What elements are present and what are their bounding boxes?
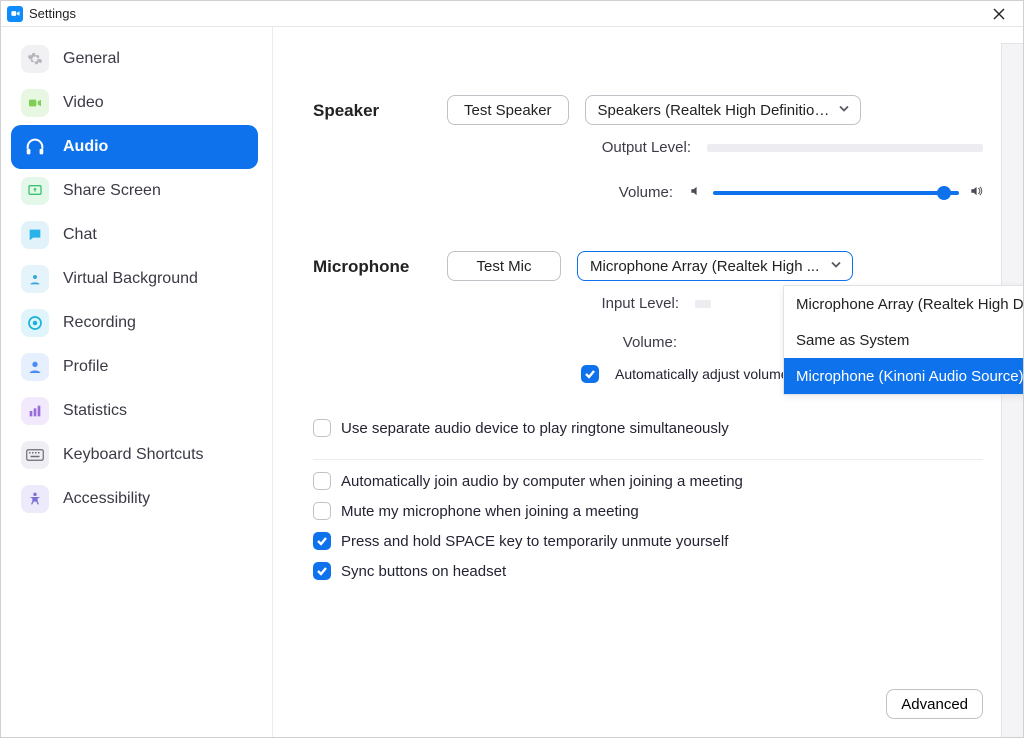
window-close-button[interactable] xyxy=(981,2,1017,26)
sidebar-item-label: Share Screen xyxy=(63,182,161,200)
separate-device-label: Use separate audio device to play ringto… xyxy=(341,420,729,437)
sidebar-item-label: General xyxy=(63,50,120,68)
share-screen-icon xyxy=(21,177,49,205)
microphone-section-label: Microphone xyxy=(313,251,423,277)
space-unmute-label: Press and hold SPACE key to temporarily … xyxy=(341,533,728,550)
sidebar-item-statistics[interactable]: Statistics xyxy=(11,389,258,433)
sidebar-item-virtual-background[interactable]: Virtual Background xyxy=(11,257,258,301)
chat-icon xyxy=(21,221,49,249)
sidebar-item-accessibility[interactable]: Accessibility xyxy=(11,477,258,521)
test-mic-button[interactable]: Test Mic xyxy=(447,251,561,281)
sidebar-item-label: Recording xyxy=(63,314,136,332)
sidebar-item-keyboard-shortcuts[interactable]: Keyboard Shortcuts xyxy=(11,433,258,477)
microphone-option[interactable]: Same as System xyxy=(784,322,1024,358)
sidebar-item-audio[interactable]: Audio xyxy=(11,125,258,169)
zoom-icon xyxy=(7,6,23,22)
keyboard-icon xyxy=(21,441,49,469)
speaker-low-icon xyxy=(689,184,703,201)
test-speaker-button[interactable]: Test Speaker xyxy=(447,95,569,125)
microphone-option[interactable]: Microphone Array (Realtek High Defini... xyxy=(784,286,1024,322)
section-divider xyxy=(313,459,983,460)
sync-headset-label: Sync buttons on headset xyxy=(341,563,506,580)
sidebar-item-label: Audio xyxy=(63,138,108,156)
speaker-volume-label: Volume: xyxy=(619,184,673,201)
sidebar-item-label: Statistics xyxy=(63,402,127,420)
microphone-dropdown[interactable]: Microphone Array (Realtek High ... xyxy=(577,251,853,281)
sidebar-item-label: Keyboard Shortcuts xyxy=(63,446,204,464)
speaker-volume-slider[interactable] xyxy=(713,191,959,195)
settings-window: Settings General Video xyxy=(0,0,1024,738)
gear-icon xyxy=(21,45,49,73)
virtual-bg-icon xyxy=(21,265,49,293)
sidebar-item-recording[interactable]: Recording xyxy=(11,301,258,345)
sidebar-item-label: Virtual Background xyxy=(63,270,198,288)
settings-sidebar: General Video Audio Share Screen xyxy=(1,27,273,737)
accessibility-icon xyxy=(21,485,49,513)
titlebar: Settings xyxy=(1,1,1023,27)
input-level-label: Input Level: xyxy=(601,295,679,312)
output-level-meter xyxy=(707,144,983,152)
sidebar-item-label: Chat xyxy=(63,226,97,244)
mute-on-join-label: Mute my microphone when joining a meetin… xyxy=(341,503,639,520)
video-icon xyxy=(21,89,49,117)
chevron-down-icon xyxy=(838,102,850,119)
microphone-volume-label: Volume: xyxy=(623,334,677,351)
separate-device-checkbox[interactable] xyxy=(313,419,331,437)
microphone-selected-value: Microphone Array (Realtek High ... xyxy=(590,258,819,275)
recording-icon xyxy=(21,309,49,337)
sidebar-item-general[interactable]: General xyxy=(11,37,258,81)
speaker-selected-value: Speakers (Realtek High Definition... xyxy=(598,102,830,119)
window-title: Settings xyxy=(29,6,76,21)
auto-adjust-volume-checkbox[interactable] xyxy=(581,365,599,383)
sync-headset-checkbox[interactable] xyxy=(313,562,331,580)
sidebar-item-label: Video xyxy=(63,94,104,112)
sidebar-item-label: Profile xyxy=(63,358,108,376)
headphones-icon xyxy=(21,133,49,161)
sidebar-item-share-screen[interactable]: Share Screen xyxy=(11,169,258,213)
auto-join-audio-label: Automatically join audio by computer whe… xyxy=(341,473,743,490)
statistics-icon xyxy=(21,397,49,425)
sidebar-item-chat[interactable]: Chat xyxy=(11,213,258,257)
input-level-meter xyxy=(695,300,711,308)
audio-settings-panel: Speaker Test Speaker Speakers (Realtek H… xyxy=(273,27,1023,737)
space-unmute-checkbox[interactable] xyxy=(313,532,331,550)
sidebar-item-label: Accessibility xyxy=(63,490,150,508)
mute-on-join-checkbox[interactable] xyxy=(313,502,331,520)
auto-adjust-volume-label: Automatically adjust volume xyxy=(615,366,789,382)
speaker-dropdown[interactable]: Speakers (Realtek High Definition... xyxy=(585,95,861,125)
microphone-options-menu: Microphone Array (Realtek High Defini...… xyxy=(783,285,1024,395)
advanced-button[interactable]: Advanced xyxy=(886,689,983,719)
auto-join-audio-checkbox[interactable] xyxy=(313,472,331,490)
sidebar-item-video[interactable]: Video xyxy=(11,81,258,125)
output-level-label: Output Level: xyxy=(602,139,691,156)
chevron-down-icon xyxy=(830,258,842,275)
speaker-high-icon xyxy=(969,184,983,201)
microphone-option[interactable]: Microphone (Kinoni Audio Source) xyxy=(784,358,1024,394)
profile-icon xyxy=(21,353,49,381)
sidebar-item-profile[interactable]: Profile xyxy=(11,345,258,389)
speaker-section-label: Speaker xyxy=(313,95,423,121)
